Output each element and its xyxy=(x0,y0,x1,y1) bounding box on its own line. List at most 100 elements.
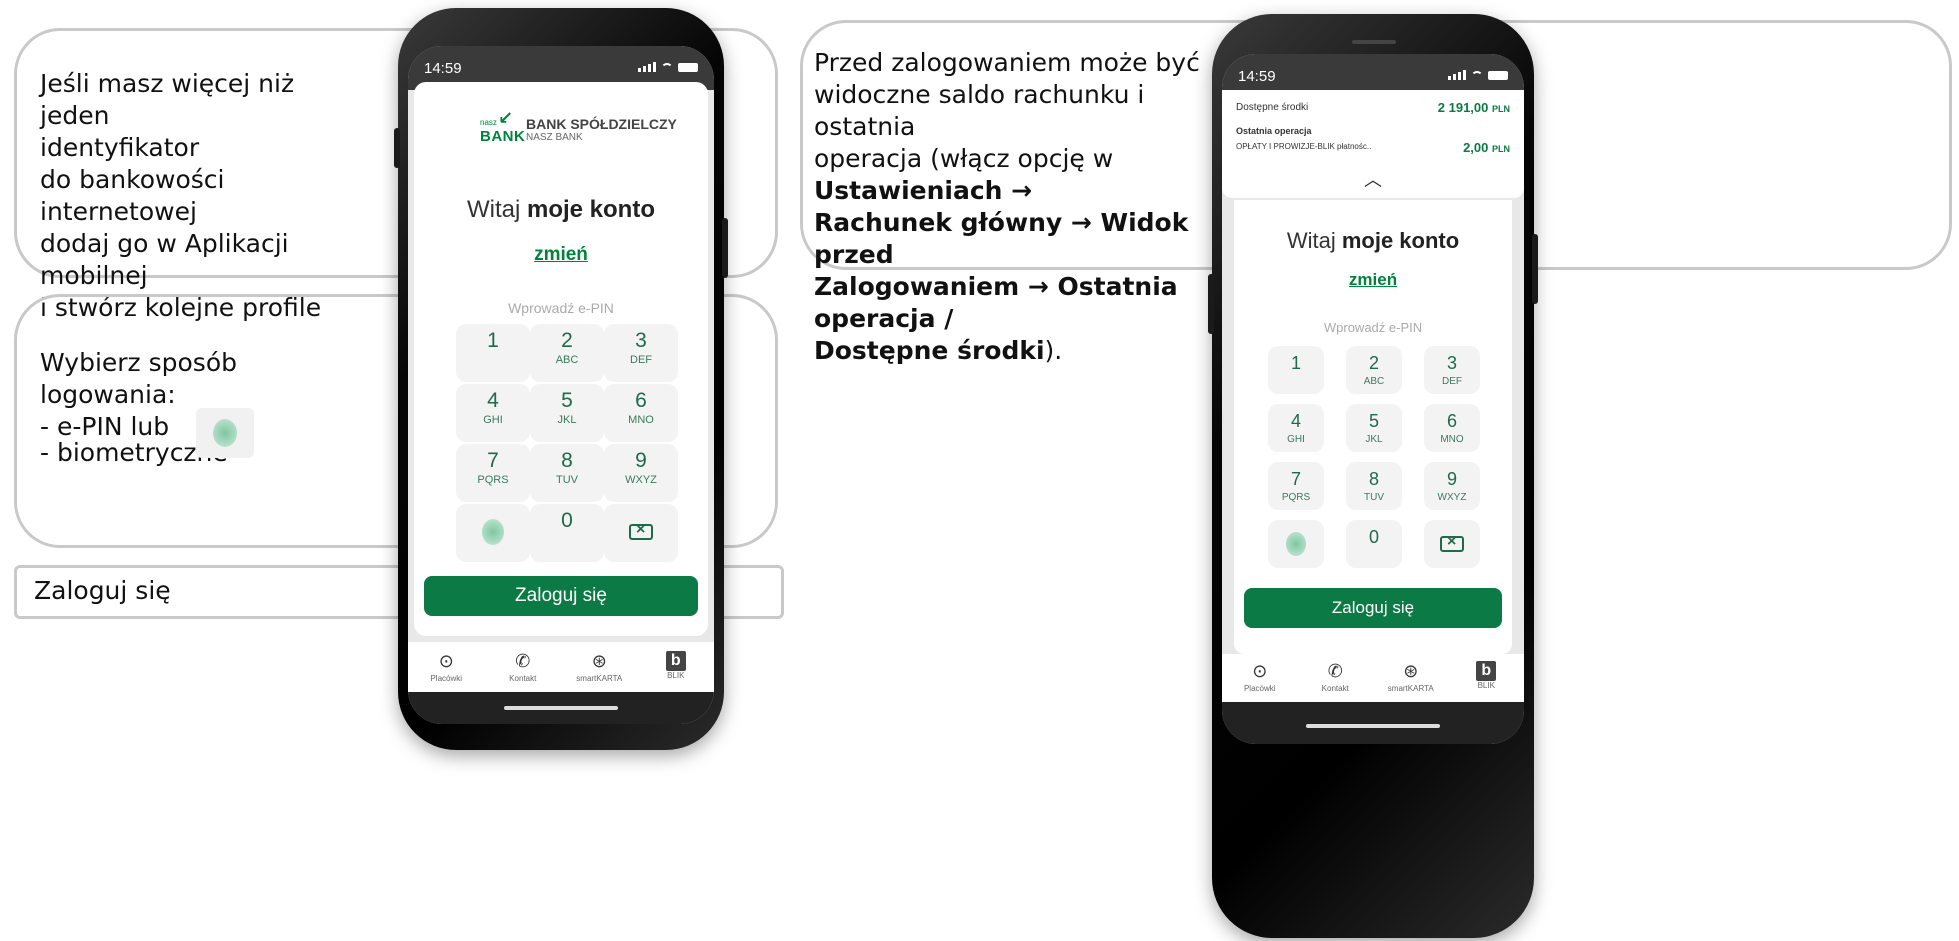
biometric-key[interactable] xyxy=(456,504,530,562)
key-7[interactable]: 7 PQRS xyxy=(1268,462,1324,510)
key-letters: WXYZ xyxy=(625,474,657,486)
nav-placowki[interactable]: ⊙ Placówki xyxy=(408,648,485,692)
key-5[interactable]: 5 JKL xyxy=(1346,404,1402,452)
key-digit: 1 xyxy=(487,329,499,352)
key-digit: 8 xyxy=(561,449,573,472)
available-amount: 2 191,00 xyxy=(1437,100,1489,115)
status-time: 14:59 xyxy=(424,60,462,77)
key-letters: ABC xyxy=(555,354,579,366)
key-8[interactable]: 8 TUV xyxy=(1346,462,1402,510)
key-6[interactable]: 6 MNO xyxy=(1424,404,1480,452)
battery-icon xyxy=(678,63,698,72)
key-letters: TUV xyxy=(1364,492,1384,503)
signal-icon xyxy=(1448,70,1466,80)
welcome-heading: Witaj moje konto xyxy=(414,196,708,224)
phone-right-screen: 14:59 Dostępne środki 2 191,00 PLN Ostat… xyxy=(1222,54,1524,744)
key-letters: GHI xyxy=(483,414,503,426)
key-letters: GHI xyxy=(1287,434,1305,445)
welcome-profile: moje konto xyxy=(1341,228,1460,253)
login-button[interactable]: Zaloguj się xyxy=(424,576,698,616)
bank-name-sub: NASZ BANK xyxy=(526,131,583,143)
home-indicator[interactable] xyxy=(1306,724,1440,728)
key-digit: 8 xyxy=(1368,469,1379,489)
login-card: nasz ↙ BANK BANK SPÓŁDZIELCZY NASZ BANK … xyxy=(414,82,708,636)
key-letters: MNO xyxy=(1440,434,1464,445)
key-letters: JKL xyxy=(1365,434,1383,445)
key-digit: 2 xyxy=(1368,353,1379,373)
logo-bank: BANK xyxy=(480,128,526,145)
key-2[interactable]: 2 ABC xyxy=(1346,346,1402,394)
key-0[interactable]: 0 xyxy=(530,504,604,562)
preview-line-5: Zalogowaniem → Ostatnia operacja / xyxy=(814,271,1214,335)
identifier-line: identyfikator xyxy=(40,133,200,162)
currency: PLN xyxy=(1492,144,1510,154)
available-funds-label: Dostępne środki xyxy=(1236,102,1309,113)
smartkarta-icon: ⊛ xyxy=(591,651,607,671)
key-letters: ABC xyxy=(1363,376,1385,387)
side-button xyxy=(394,128,400,168)
fingerprint-icon xyxy=(213,419,237,447)
phone-left-screen: 14:59 nasz ↙ BANK BANK SPÓŁDZIELCZY NASZ… xyxy=(408,46,714,724)
key-8[interactable]: 8 TUV xyxy=(530,444,604,502)
key-digit: 6 xyxy=(1446,411,1457,431)
currency: PLN xyxy=(1492,104,1510,114)
preview-text-part: operacja (włącz opcję w xyxy=(814,144,1114,173)
key-digit: 5 xyxy=(1368,411,1379,431)
key-2[interactable]: 2 ABC xyxy=(530,324,604,382)
key-1[interactable]: 1 xyxy=(456,324,530,382)
key-3[interactable]: 3 DEF xyxy=(1424,346,1480,394)
welcome-heading: Witaj moje konto xyxy=(1234,228,1512,254)
key-7[interactable]: 7 PQRS xyxy=(456,444,530,502)
key-3[interactable]: 3 DEF xyxy=(604,324,678,382)
location-pin-icon: ⊙ xyxy=(1252,661,1268,681)
identifier-text: Jeśli masz więcej niż jeden identyfikato… xyxy=(40,68,360,324)
chevron-up-icon[interactable]: ︿ xyxy=(1222,166,1524,192)
status-icons xyxy=(1448,70,1508,80)
nav-label: smartKARTA xyxy=(1387,684,1434,693)
key-letters: DEF xyxy=(1442,376,1462,387)
key-digit: 7 xyxy=(487,449,499,472)
key-6[interactable]: 6 MNO xyxy=(604,384,678,442)
biometric-key[interactable] xyxy=(1268,520,1324,568)
nav-bottom-strip xyxy=(1222,702,1524,744)
nav-label: Kontakt xyxy=(1321,684,1349,693)
change-profile-link[interactable]: zmień xyxy=(414,244,708,266)
key-4[interactable]: 4 GHI xyxy=(456,384,530,442)
home-indicator[interactable] xyxy=(504,706,618,710)
account-preview-card: Dostępne środki 2 191,00 PLN Ostatnia op… xyxy=(1222,90,1524,198)
last-op-value: 2,00 PLN xyxy=(1463,140,1510,155)
key-5[interactable]: 5 JKL xyxy=(530,384,604,442)
backspace-key[interactable] xyxy=(604,504,678,562)
key-9[interactable]: 9 WXYZ xyxy=(1424,462,1480,510)
identifier-line: do bankowości internetowej xyxy=(40,165,225,226)
last-op-label-row: Ostatnia operacja xyxy=(1236,126,1510,136)
key-4[interactable]: 4 GHI xyxy=(1268,404,1324,452)
key-letters: JKL xyxy=(557,414,577,426)
last-op-label: Ostatnia operacja xyxy=(1236,126,1312,136)
blik-icon: b xyxy=(1476,661,1497,681)
login-button[interactable]: Zaloguj się xyxy=(1244,588,1502,628)
key-0[interactable]: 0 xyxy=(1346,520,1402,568)
preview-line-4: Rachunek główny → Widok przed xyxy=(814,207,1214,271)
backspace-key[interactable] xyxy=(1424,520,1480,568)
nav-smartkarta[interactable]: ⊛ smartKARTA xyxy=(561,648,638,692)
key-1[interactable]: 1 xyxy=(1268,346,1324,394)
nav-kontakt[interactable]: ✆ Kontakt xyxy=(1298,658,1374,702)
phone-left: 14:59 nasz ↙ BANK BANK SPÓŁDZIELCZY NASZ… xyxy=(394,8,728,750)
key-digit: 6 xyxy=(635,389,647,412)
nav-smartkarta[interactable]: ⊛ smartKARTA xyxy=(1373,658,1449,702)
location-pin-icon: ⊙ xyxy=(438,651,454,671)
key-9[interactable]: 9 WXYZ xyxy=(604,444,678,502)
identifier-line: Jeśli masz więcej niż jeden xyxy=(40,69,295,130)
nav-blik[interactable]: b BLIK xyxy=(1449,658,1525,702)
nav-blik[interactable]: b BLIK xyxy=(638,648,715,692)
logo-nasz: nasz xyxy=(480,118,497,127)
nav-label: BLIK xyxy=(667,671,685,680)
key-digit: 2 xyxy=(561,329,573,352)
backspace-icon xyxy=(1440,533,1464,552)
nav-kontakt[interactable]: ✆ Kontakt xyxy=(485,648,562,692)
nav-placowki[interactable]: ⊙ Placówki xyxy=(1222,658,1298,702)
change-profile-link[interactable]: zmień xyxy=(1234,270,1512,290)
phone-icon: ✆ xyxy=(1327,661,1343,681)
preview-line-6: Dostępne środki). xyxy=(814,335,1214,367)
